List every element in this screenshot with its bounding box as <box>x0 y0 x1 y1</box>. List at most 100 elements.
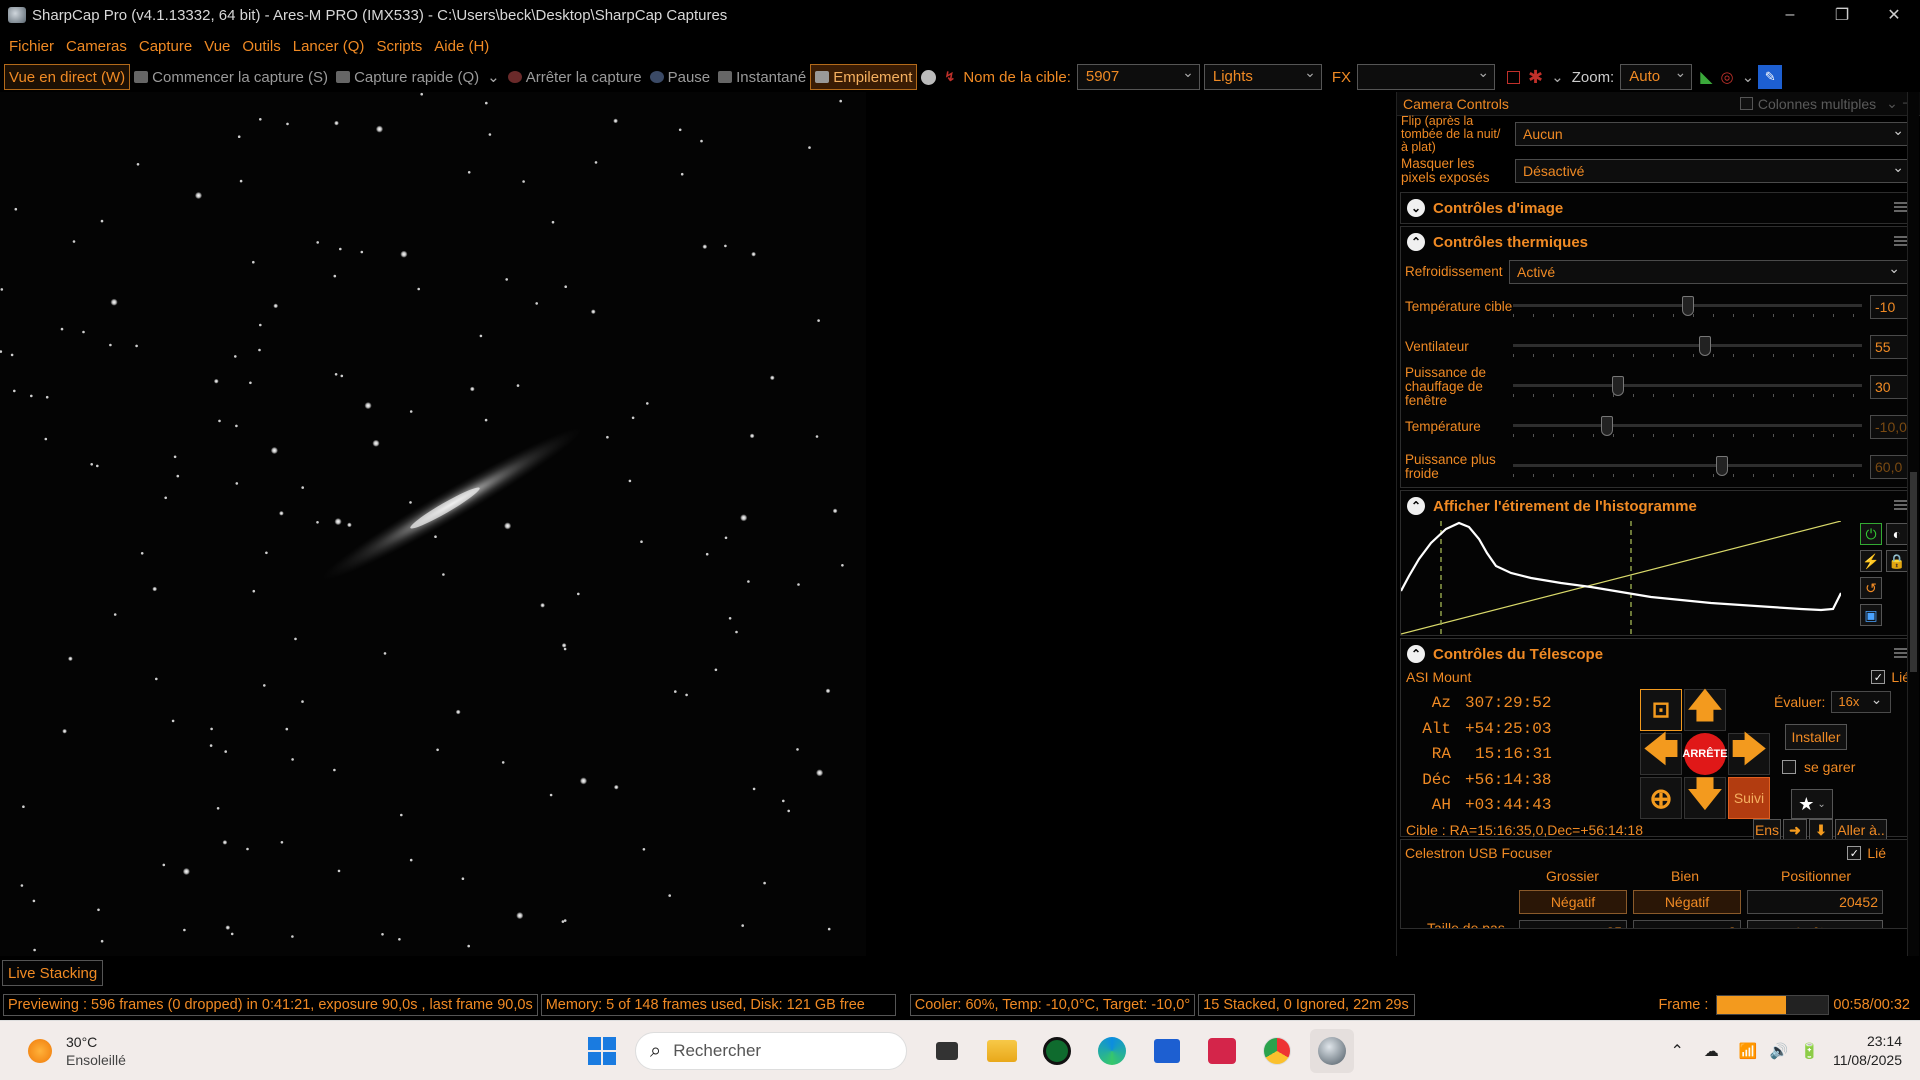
menu-icon[interactable] <box>1894 236 1908 246</box>
multi-columns-checkbox[interactable] <box>1739 97 1753 110</box>
quick-capture-dropdown[interactable]: ⌄ <box>483 64 504 90</box>
arrow-right-icon[interactable]: ➜ <box>1783 819 1807 841</box>
fx-select[interactable] <box>1357 64 1496 90</box>
slew-rate-select[interactable]: 16x <box>1831 691 1892 713</box>
histogram-button[interactable]: ◣ <box>1696 64 1716 90</box>
taskbar-search[interactable]: ⌕ Rechercher <box>635 1032 907 1070</box>
app-green-button[interactable] <box>1035 1029 1079 1073</box>
fine-step-input[interactable]: 2 <box>1633 920 1741 928</box>
flip-select[interactable]: Aucun <box>1515 122 1913 146</box>
slider-thumb[interactable] <box>1681 296 1694 316</box>
focus-tool-button[interactable]: ◎ <box>1717 64 1738 90</box>
histogram-tool-button[interactable]: ↯ <box>940 64 959 90</box>
histogram-lock-icon[interactable]: 🔒 <box>1886 550 1908 572</box>
panel-scrollbar[interactable] <box>1907 92 1919 956</box>
volume-icon[interactable]: 🔊 <box>1770 1042 1789 1060</box>
install-button[interactable]: Installer <box>1785 724 1847 750</box>
zoom-select[interactable]: Auto <box>1620 64 1693 90</box>
store-button[interactable] <box>1145 1029 1189 1073</box>
telescope-header[interactable]: ⌃ Contrôles du Télescope <box>1401 639 1916 669</box>
wifi-icon[interactable]: 📶 <box>1739 1042 1758 1060</box>
task-view-button[interactable] <box>925 1029 969 1073</box>
slew-west-button[interactable]: 🡄 <box>1640 731 1682 775</box>
reticle-dropdown[interactable]: ⌄ <box>1547 64 1568 90</box>
live-view-button[interactable]: Vue en direct (W) <box>4 64 131 90</box>
slew-east-button[interactable]: 🡆 <box>1728 731 1770 775</box>
chevron-up-icon[interactable]: ⌃ <box>1407 233 1425 251</box>
close-button[interactable]: ✕ <box>1868 0 1920 30</box>
focuser-position-value[interactable]: 20452 <box>1747 890 1883 914</box>
chevron-down-icon[interactable]: ⌄ <box>1407 199 1425 217</box>
target-temp-slider[interactable] <box>1513 292 1862 322</box>
edge-button[interactable] <box>1090 1029 1134 1073</box>
onedrive-icon[interactable]: ☁ <box>1704 1042 1719 1060</box>
slew-south-button[interactable]: 🡇 <box>1684 775 1726 819</box>
stacking-button[interactable]: Empilement <box>810 64 918 90</box>
reticle-button[interactable]: ✱ <box>1524 64 1547 90</box>
clock[interactable]: 23:14 11/08/2025 <box>1833 1032 1902 1070</box>
focuser-linked-checkbox[interactable]: ✓ <box>1847 846 1862 860</box>
menu-fichier[interactable]: Fichier <box>9 38 54 55</box>
chrome-button[interactable] <box>1255 1029 1299 1073</box>
target-name-input[interactable]: 5907 <box>1076 64 1200 90</box>
tracking-button[interactable]: Suivi <box>1728 777 1770 819</box>
scrollbar-thumb[interactable] <box>1910 472 1917 672</box>
snapshot-button[interactable]: Instantané <box>714 64 810 90</box>
frame-type-select[interactable]: Lights <box>1203 64 1322 90</box>
camera-image-view[interactable] <box>0 92 866 956</box>
coarse-negative-button[interactable]: Négatif <box>1519 890 1627 914</box>
chevron-up-icon[interactable]: ⌃ <box>1407 645 1425 663</box>
menu-lancer[interactable]: Lancer (Q) <box>293 38 365 55</box>
sharpcap-taskbar-button[interactable] <box>1310 1029 1354 1073</box>
menu-icon[interactable] <box>1894 202 1908 212</box>
menu-vue[interactable]: Vue <box>204 38 230 55</box>
start-capture-button[interactable]: Commencer la capture (S) <box>130 64 332 90</box>
menu-capture[interactable]: Capture <box>139 38 192 55</box>
focuser-stop-button[interactable]: Arrêter <box>1747 920 1883 928</box>
menu-icon[interactable] <box>1894 648 1908 658</box>
dark-frame-button[interactable] <box>917 64 940 90</box>
histogram-auto-stretch-icon[interactable]: ⚡ <box>1860 550 1882 572</box>
heater-value[interactable]: 30 <box>1870 375 1910 399</box>
battery-icon[interactable]: 🔋 <box>1800 1042 1819 1060</box>
minimize-button[interactable]: – <box>1764 0 1816 30</box>
pause-button[interactable]: Pause <box>646 64 715 90</box>
goto-button[interactable]: Aller à.. <box>1835 819 1887 841</box>
weather-widget[interactable]: 30°C Ensoleillé <box>28 1033 126 1069</box>
chevron-up-icon[interactable]: ⌃ <box>1407 497 1425 515</box>
focus-tool-dropdown[interactable]: ⌄ <box>1738 64 1759 90</box>
maximize-button[interactable]: ❐ <box>1816 0 1868 30</box>
histogram-contrast-icon[interactable]: ◐ <box>1886 523 1908 545</box>
fan-slider[interactable] <box>1513 332 1862 362</box>
cooling-select[interactable]: Activé <box>1509 260 1909 284</box>
histogram-chart[interactable] <box>1401 521 1841 635</box>
file-explorer-button[interactable] <box>980 1029 1024 1073</box>
histogram-save-icon[interactable]: ▣ <box>1860 604 1882 626</box>
live-stacking-tab[interactable]: Live Stacking <box>2 960 104 986</box>
stop-capture-button[interactable]: Arrêter la capture <box>504 64 646 90</box>
menu-aide[interactable]: Aide (H) <box>434 38 489 55</box>
start-button[interactable] <box>580 1029 624 1073</box>
menu-icon[interactable] <box>1894 500 1908 510</box>
telescope-button[interactable]: ✎ <box>1758 65 1783 89</box>
center-target-icon[interactable]: ⊕ <box>1640 777 1682 819</box>
slew-north-button[interactable]: 🡅 <box>1684 687 1726 731</box>
quick-capture-button[interactable]: Capture rapide (Q) <box>332 64 483 90</box>
roi-button[interactable] <box>1503 64 1524 90</box>
target-temp-value[interactable]: -10 <box>1870 295 1910 319</box>
menu-cameras[interactable]: Cameras <box>66 38 127 55</box>
image-controls-header[interactable]: ⌄ Contrôles d'image <box>1401 193 1916 223</box>
fine-negative-button[interactable]: Négatif <box>1633 890 1741 914</box>
mount-linked-checkbox[interactable]: ✓ <box>1871 670 1886 684</box>
histogram-reset-icon[interactable]: ↺ <box>1860 577 1882 599</box>
fan-value[interactable]: 55 <box>1870 335 1910 359</box>
multi-columns-toggle[interactable]: Colonnes multiples ⌄ ⊣ <box>1739 95 1914 112</box>
slider-thumb[interactable] <box>1611 376 1624 396</box>
histogram-power-icon[interactable]: ⏻ <box>1860 523 1882 545</box>
heater-slider[interactable] <box>1513 372 1862 402</box>
arrow-down-icon[interactable]: ⬇ <box>1809 819 1833 841</box>
mask-pixels-select[interactable]: Désactivé <box>1515 159 1913 183</box>
app-red-button[interactable] <box>1200 1029 1244 1073</box>
menu-scripts[interactable]: Scripts <box>376 38 422 55</box>
chevron-up-icon[interactable]: ⌃ <box>1671 1041 1684 1061</box>
